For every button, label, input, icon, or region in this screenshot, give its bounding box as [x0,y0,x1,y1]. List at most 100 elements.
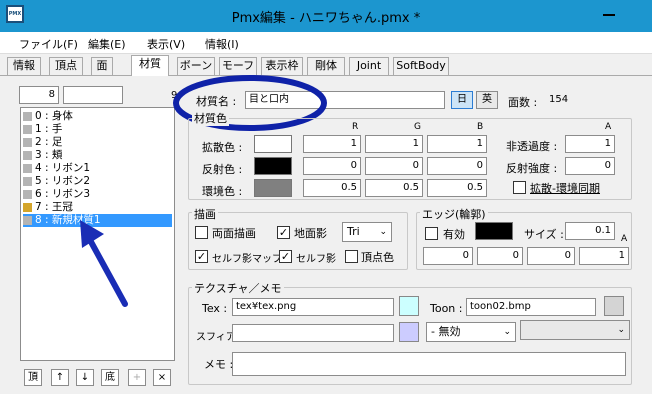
add-button[interactable]: + [128,369,146,386]
material-search-field[interactable] [63,86,123,104]
delete-button[interactable]: × [153,369,171,386]
col-g: G [414,122,421,132]
tex-color-swatch[interactable] [399,296,419,316]
sphere-field[interactable] [232,324,394,342]
window-title: Pmx編集 - ハニワちゃん.pmx * [231,11,421,26]
sync-label: 拡散-環境同期 [530,182,600,195]
list-item[interactable]: 0 : 身体 [23,110,73,123]
vertex-color-checkbox[interactable] [345,250,358,263]
move-down-button[interactable]: ↓ [76,369,94,386]
minimize-icon[interactable] [603,14,615,16]
diffuse-r[interactable]: 1 [303,135,361,153]
material-index-field[interactable]: 8 [19,86,59,104]
menu-edit[interactable]: 編集(E) [88,36,126,52]
ground-shadow-checkbox[interactable]: ✓ [277,226,290,239]
ambient-label: 環境色 : [202,185,243,198]
material-swatch [23,164,32,173]
diffuse-g[interactable]: 1 [365,135,423,153]
edge-r[interactable]: 0 [423,247,473,265]
tex-field[interactable]: tex¥tex.png [232,298,394,316]
list-item[interactable]: 2 : 足 [23,136,62,149]
diffuse-label: 拡散色 : [202,141,243,154]
double-sided-checkbox[interactable] [195,226,208,239]
tab-vertex[interactable]: 頂点 [49,57,83,75]
material-swatch [23,125,32,134]
diffuse-b[interactable]: 1 [427,135,487,153]
lang-jp-button[interactable]: 日 [451,91,473,109]
edge-size-field[interactable]: 0.1 [565,222,615,240]
list-item[interactable]: 4 : リボン1 [23,162,90,175]
self-shadow-map-label: セルフ影マップ [212,254,282,265]
ambient-b[interactable]: 0.5 [427,179,487,197]
list-item[interactable]: 7 : 王冠 [23,201,73,214]
tab-info[interactable]: 情報 [7,57,41,75]
edge-b[interactable]: 0 [527,247,575,265]
edge-size-label: サイズ : [524,228,564,241]
material-swatch [23,112,32,121]
material-swatch [23,151,32,160]
chevron-down-icon: ⌄ [617,325,625,335]
material-swatch [23,190,32,199]
ground-shadow-label: 地面影 [294,227,327,240]
self-shadow-label: セルフ影 [296,254,336,265]
lang-en-button[interactable]: 英 [476,91,498,109]
menu-file[interactable]: ファイル(F) [19,36,78,52]
alpha-label: 非透過度 : [506,140,558,153]
self-shadow-map-checkbox[interactable]: ✓ [195,250,208,263]
move-top-button[interactable]: 頂 [24,369,42,386]
tab-face[interactable]: 面 [91,57,113,75]
spec-power-field[interactable]: 0 [565,157,615,175]
draw-title: 描画 [192,206,218,222]
texture-title: テクスチャ／メモ [192,280,284,296]
material-swatch [23,177,32,186]
toon-field[interactable]: toon02.bmp [466,298,596,316]
list-item[interactable]: 1 : 手 [23,123,62,136]
move-up-button[interactable]: ↑ [51,369,69,386]
self-shadow-checkbox[interactable]: ✓ [279,250,292,263]
material-swatch [23,138,32,147]
move-bottom-button[interactable]: 底 [101,369,119,386]
specular-r[interactable]: 0 [303,157,361,175]
toon-select[interactable]: ⌄ [520,320,630,340]
specular-b[interactable]: 0 [427,157,487,175]
face-count-label: 面数 : [508,96,538,109]
shadow-mode-select[interactable]: Tri ⌄ [342,222,392,242]
spec-power-label: 反射強度 : [506,162,558,175]
material-swatch [23,203,32,212]
edge-a-label: A [621,234,628,244]
col-b: B [477,122,484,132]
tab-material[interactable]: 材質 [131,55,169,76]
col-a: A [605,122,612,132]
edge-enabled-checkbox[interactable] [425,227,438,240]
sphere-mode-select[interactable]: - 無効 ⌄ [426,322,516,342]
ambient-g[interactable]: 0.5 [365,179,423,197]
toon-color-swatch[interactable] [604,296,624,316]
specular-swatch[interactable] [254,157,292,175]
memo-field[interactable] [232,352,626,376]
annotation-arrow [80,220,128,307]
toon-label: Toon : [430,302,463,315]
vertex-color-label: 頂点色 [361,251,394,264]
edge-enabled-label: 有効 [443,228,465,241]
sphere-color-swatch[interactable] [399,322,419,342]
list-item[interactable]: 5 : リボン2 [23,175,90,188]
list-item[interactable]: 3 : 頬 [23,149,62,162]
edge-a[interactable]: 1 [579,247,629,265]
alpha-field[interactable]: 1 [565,135,615,153]
chevron-down-icon: ⌄ [503,327,511,337]
ambient-swatch[interactable] [254,179,292,197]
edge-title: エッジ(輪郭) [420,206,488,222]
diffuse-swatch[interactable] [254,135,292,153]
tab-softbody[interactable]: SoftBody [393,57,449,75]
tab-joint[interactable]: Joint [349,57,389,75]
menu-info[interactable]: 情報(I) [205,36,239,52]
edge-g[interactable]: 0 [477,247,523,265]
specular-g[interactable]: 0 [365,157,423,175]
ambient-r[interactable]: 0.5 [303,179,361,197]
edge-color-swatch[interactable] [475,222,513,240]
tex-label: Tex : [202,302,228,315]
sync-checkbox[interactable] [513,181,526,194]
menu-view[interactable]: 表示(V) [147,36,185,52]
material-color-title: 材質色 [192,110,229,126]
list-item[interactable]: 6 : リボン3 [23,188,90,201]
